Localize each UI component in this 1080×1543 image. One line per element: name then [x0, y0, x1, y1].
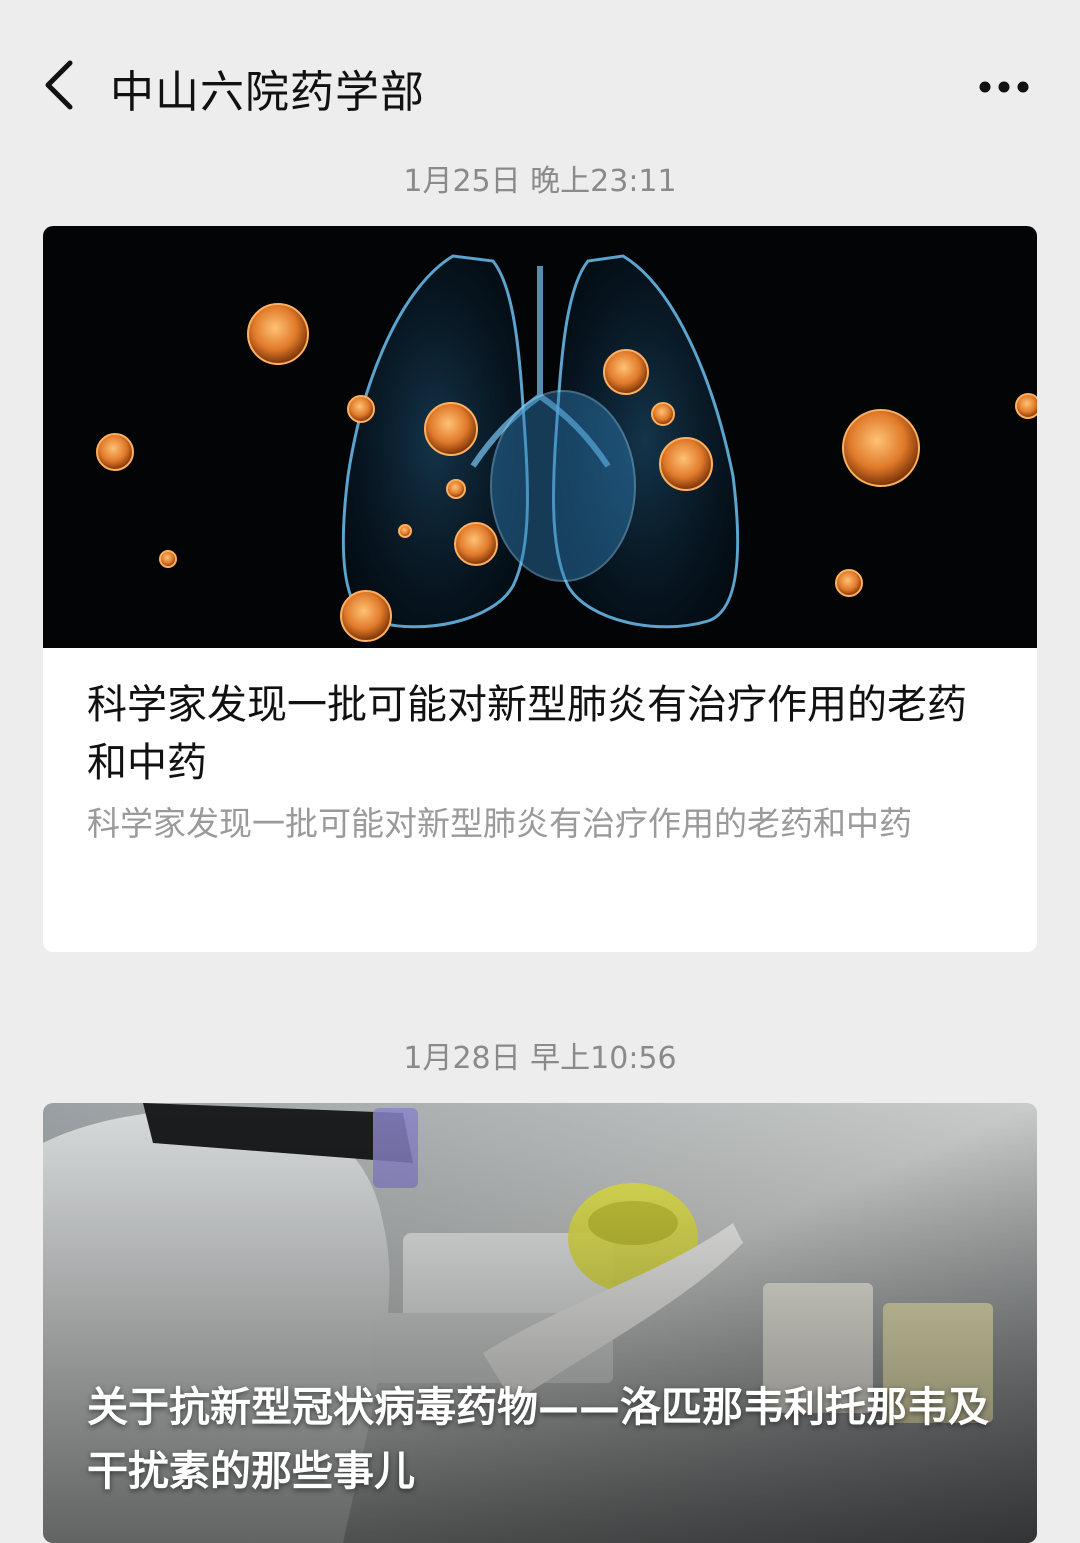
back-button[interactable] [30, 55, 90, 115]
article-card[interactable]: 关于抗新型冠状病毒药物——洛匹那韦利托那韦及干扰素的那些事儿 [43, 1103, 1037, 1543]
more-button[interactable] [974, 62, 1034, 112]
page-title: 中山六院药学部 [110, 67, 425, 118]
article-title: 关于抗新型冠状病毒药物——洛匹那韦利托那韦及干扰素的那些事儿 [87, 1383, 989, 1495]
more-dots-icon [979, 81, 1029, 93]
chevron-left-icon [45, 60, 73, 110]
top-bar: 中山六院药学部 [0, 0, 1080, 150]
message-timestamp: 1月28日 早上10:56 [403, 1041, 677, 1076]
article-description: 科学家发现一批可能对新型肺炎有治疗作用的老药和中药 [87, 804, 912, 843]
article-title: 科学家发现一批可能对新型肺炎有治疗作用的老药和中药 [87, 682, 967, 786]
lungs-virus-image [43, 226, 1037, 648]
article-card[interactable]: 科学家发现一批可能对新型肺炎有治疗作用的老药和中药 科学家发现一批可能对新型肺炎… [43, 226, 1037, 952]
message-timestamp: 1月25日 晚上23:11 [403, 164, 677, 199]
